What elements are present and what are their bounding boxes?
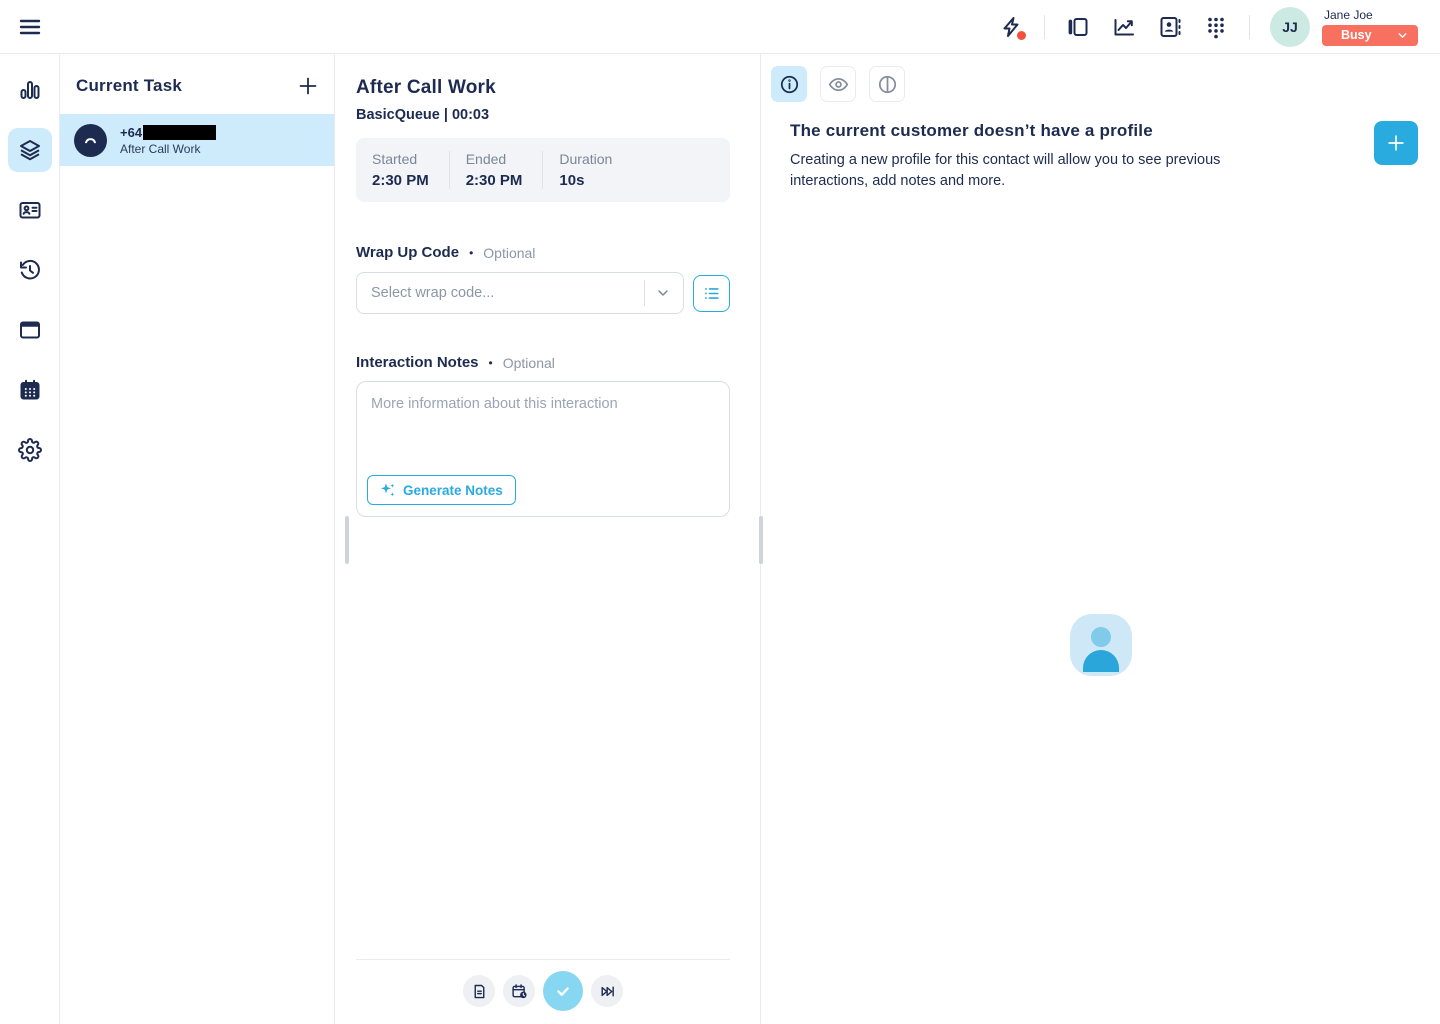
started-value: 2:30 PM <box>372 172 429 189</box>
bullet: • <box>469 246 473 260</box>
task-phone-number: +64 <box>120 125 142 140</box>
user-avatar[interactable]: JJ <box>1270 7 1310 47</box>
no-profile-header: The current customer doesn’t have a prof… <box>790 121 1418 193</box>
history-icon <box>18 258 42 282</box>
create-profile-button[interactable] <box>1374 121 1418 165</box>
generate-notes-button[interactable]: Generate Notes <box>367 475 516 505</box>
plus-icon <box>1385 132 1407 154</box>
calendar-icon <box>18 378 42 402</box>
task-detail-title: After Call Work <box>356 77 730 99</box>
analytics-icon[interactable] <box>1112 15 1136 39</box>
sidebar-item-tasks[interactable] <box>8 128 52 172</box>
notification-dot <box>1017 31 1026 40</box>
divider <box>1044 15 1045 39</box>
user-initials: JJ <box>1282 19 1298 35</box>
duration-label: Duration <box>559 151 612 167</box>
queue-and-timer: BasicQueue | 00:03 <box>356 107 730 123</box>
left-navigation-rail <box>0 54 60 1024</box>
check-complete-icon <box>553 981 573 1001</box>
middle-panel-scrollbar[interactable] <box>345 516 349 564</box>
person-icon <box>1091 627 1111 647</box>
interaction-notes-input[interactable] <box>357 382 729 474</box>
info-icon <box>779 74 800 95</box>
split-view-icon <box>877 74 898 95</box>
optional-label: Optional <box>483 245 535 261</box>
started-label: Started <box>372 151 429 167</box>
complete-task-button[interactable] <box>543 971 583 1011</box>
divider <box>1249 15 1250 39</box>
customer-placeholder-avatar <box>1070 614 1132 676</box>
sidebar-item-calendar[interactable] <box>8 368 52 412</box>
chevron-down-icon <box>655 285 671 301</box>
wrap-code-select[interactable]: Select wrap code... <box>356 272 684 314</box>
sidebar-item-contacts[interactable] <box>8 188 52 232</box>
user-name: Jane Joe <box>1324 8 1418 22</box>
phone-handset-icon <box>74 124 107 157</box>
plus-icon <box>296 74 320 98</box>
wrap-up-code-label: Wrap Up Code <box>356 244 459 261</box>
call-summary-box: Started 2:30 PM Ended 2:30 PM Duration 1… <box>356 138 730 202</box>
top-bar: JJ Jane Joe Busy <box>0 0 1440 54</box>
chevron-down-icon <box>1396 29 1409 42</box>
layers-tasks-icon <box>18 138 42 162</box>
timer-value: 00:03 <box>452 107 489 123</box>
interaction-notes-box: Generate Notes <box>356 381 730 517</box>
top-bar-actions: JJ Jane Joe Busy <box>988 7 1440 47</box>
contacts-book-icon[interactable] <box>1158 15 1182 39</box>
skip-next-icon <box>599 983 616 1000</box>
skip-next-button[interactable] <box>591 975 623 1007</box>
duration-value: 10s <box>559 172 612 189</box>
bullet: • <box>489 356 493 370</box>
tab-info[interactable] <box>771 66 807 102</box>
agent-desktop-app: JJ Jane Joe Busy <box>0 0 1440 1024</box>
notes-document-button[interactable] <box>463 975 495 1007</box>
right-panel-scrollbar[interactable] <box>759 516 763 564</box>
no-profile-heading: The current customer doesn’t have a prof… <box>790 121 1268 141</box>
contact-card-icon <box>18 198 42 222</box>
list-icon <box>702 284 721 303</box>
menu-icon[interactable] <box>18 15 42 39</box>
task-actions-bar <box>356 959 730 1024</box>
generate-notes-label: Generate Notes <box>403 483 503 498</box>
calendar-clock-icon <box>511 983 528 1000</box>
status-dropdown-button[interactable]: Busy <box>1322 25 1418 46</box>
profile-tabs <box>761 54 1440 102</box>
settings-gear-icon <box>18 438 42 462</box>
add-task-button[interactable] <box>296 74 320 98</box>
sparkle-icon <box>380 482 396 498</box>
queue-name: BasicQueue <box>356 107 440 123</box>
ended-value: 2:30 PM <box>466 172 523 189</box>
optional-label: Optional <box>503 355 555 371</box>
user-block: JJ Jane Joe Busy <box>1270 7 1418 47</box>
task-status-label: After Call Work <box>120 142 216 156</box>
interaction-notes-label: Interaction Notes <box>356 354 479 371</box>
sidebar-item-settings[interactable] <box>8 428 52 472</box>
panel-toggle-icon[interactable] <box>1066 15 1090 39</box>
browser-window-icon <box>18 318 42 342</box>
divider <box>644 280 645 306</box>
eye-icon <box>828 74 849 95</box>
dialpad-icon[interactable] <box>1204 15 1228 39</box>
schedule-button[interactable] <box>503 975 535 1007</box>
ended-label: Ended <box>466 151 523 167</box>
panel-title: Current Task <box>76 76 182 96</box>
no-profile-description: Creating a new profile for this contact … <box>790 150 1268 193</box>
flash-notification-icon[interactable] <box>999 15 1023 39</box>
sidebar-item-metrics[interactable] <box>8 68 52 112</box>
wrap-code-select-placeholder: Select wrap code... <box>371 285 644 301</box>
customer-profile-panel: The current customer doesn’t have a prof… <box>761 54 1440 1024</box>
tab-split-view[interactable] <box>869 66 905 102</box>
task-list-item[interactable]: +64 After Call Work <box>60 114 334 166</box>
bar-chart-icon <box>18 78 42 102</box>
redacted-phone-number <box>143 125 216 140</box>
tab-view[interactable] <box>820 66 856 102</box>
sidebar-item-history[interactable] <box>8 248 52 292</box>
task-detail-panel: After Call Work BasicQueue | 00:03 Start… <box>335 54 761 1024</box>
document-icon <box>471 983 488 1000</box>
wrap-code-list-button[interactable] <box>693 275 730 312</box>
status-label: Busy <box>1341 28 1372 42</box>
separator: | <box>444 107 448 123</box>
current-task-panel: Current Task +64 After Call Work <box>60 54 335 1024</box>
sidebar-item-browser[interactable] <box>8 308 52 352</box>
